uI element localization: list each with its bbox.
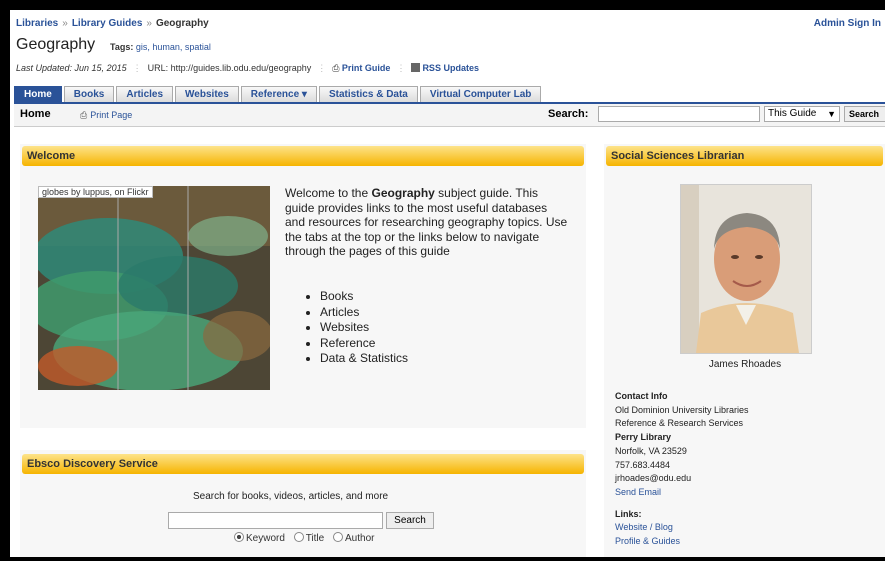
radio-author[interactable] xyxy=(333,532,343,542)
tab-articles[interactable]: Articles xyxy=(116,86,174,102)
tab-websites[interactable]: Websites xyxy=(175,86,239,102)
tags: Tags: gis, human, spatial xyxy=(110,42,211,52)
globes-image: globes by luppus, on Flickr xyxy=(38,186,270,390)
breadcrumb-libraries[interactable]: Libraries xyxy=(16,18,58,29)
breadcrumb: Libraries» Library Guides» Geography xyxy=(16,18,209,29)
welcome-header: Welcome xyxy=(22,146,584,166)
search-label: Search: xyxy=(548,108,589,120)
librarian-header: Social Sciences Librarian xyxy=(606,146,883,166)
radio-title[interactable] xyxy=(293,532,304,542)
tab-reference[interactable]: Reference ▾ xyxy=(240,86,317,102)
breadcrumb-library-guides[interactable]: Library Guides xyxy=(72,18,143,29)
admin-sign-in-link[interactable]: Admin Sign In xyxy=(814,18,881,29)
contact-line: Reference & Research Services xyxy=(615,418,744,429)
eds-intro: Search for books, videos, articles, and … xyxy=(193,491,389,502)
avatar xyxy=(681,185,811,353)
current-page-label: Home xyxy=(20,108,51,120)
address-line: Norfolk, VA 23529 xyxy=(615,445,687,456)
welcome-text: Welcome to the Geography subject guide. … xyxy=(285,186,568,258)
page-toolbar: Home ⎙ Print Page Search: This Guide ▼ Sea… xyxy=(14,104,885,127)
radio-author-label: Author xyxy=(345,533,375,544)
eds-header: Ebsco Discovery Service xyxy=(22,454,584,474)
printer-icon: ⎙ xyxy=(80,110,88,120)
radio-title-label: Title xyxy=(305,533,325,544)
website-blog-link[interactable]: Website / Blog xyxy=(615,522,673,532)
list-item-data-statistics[interactable]: Data & Statistics xyxy=(320,351,408,367)
rss-updates-link[interactable]: RSS Updates xyxy=(422,63,479,73)
list-item-websites[interactable]: Websites xyxy=(320,320,408,336)
librarian-photo xyxy=(680,184,812,354)
librarian-name: James Rhoades xyxy=(708,359,782,370)
print-page-link[interactable]: ⎙ Print Page xyxy=(80,110,132,121)
eds-search-button[interactable]: Search xyxy=(386,512,434,529)
contact-line: Old Dominion University Libraries xyxy=(615,404,749,415)
tab-statistics-data[interactable]: Statistics & Data xyxy=(318,86,418,102)
tags-links[interactable]: gis, human, spatial xyxy=(136,42,211,52)
librarian-contact: Contact Info Old Dominion University Lib… xyxy=(615,390,749,549)
tab-bar: Home Books Articles Websites Reference ▾… xyxy=(14,86,543,102)
welcome-links-list: Books Articles Websites Reference Data &… xyxy=(310,289,408,367)
tags-label: Tags: xyxy=(110,42,134,52)
globes-illustration xyxy=(38,186,270,390)
page-title: Geography xyxy=(16,36,96,53)
search-button[interactable]: Search xyxy=(844,106,885,122)
printer-icon: ⎙ xyxy=(332,63,342,73)
eds-search-options: Keyword Title Author xyxy=(228,532,374,544)
tab-books[interactable]: Books xyxy=(63,86,115,102)
eds-search-input[interactable] xyxy=(168,512,383,529)
page: Libraries» Library Guides» Geography Admin… xyxy=(10,10,885,557)
guide-meta: Last Updated: Jun 15, 2015 ⋮ URL: http://g… xyxy=(16,63,479,73)
list-item-reference[interactable]: Reference xyxy=(320,336,408,352)
search-scope-select[interactable]: This Guide ▼ xyxy=(764,106,840,122)
list-item-books[interactable]: Books xyxy=(320,289,408,305)
last-updated: Last Updated: Jun 15, 2015 xyxy=(16,63,127,73)
links-label: Links: xyxy=(615,508,642,519)
radio-keyword-label: Keyword xyxy=(246,533,285,544)
tab-home[interactable]: Home xyxy=(14,86,62,102)
send-email-link[interactable]: Send Email xyxy=(615,487,661,497)
profile-guides-link[interactable]: Profile & Guides xyxy=(615,536,680,546)
contact-label: Contact Info xyxy=(615,391,668,401)
tab-virtual-computer-lab[interactable]: Virtual Computer Lab xyxy=(419,86,542,102)
phone-number: 757.683.4484 xyxy=(615,459,671,470)
email-address: jrhoades@odu.edu xyxy=(615,473,692,484)
list-item-articles[interactable]: Articles xyxy=(320,305,408,321)
rss-icon xyxy=(411,63,421,72)
dropdown-arrow-icon: ▼ xyxy=(827,109,836,119)
print-guide-link[interactable]: Print Guide xyxy=(342,63,391,73)
location-label: Perry Library xyxy=(615,432,672,443)
radio-keyword[interactable] xyxy=(234,532,244,542)
subject-name: Geography xyxy=(371,186,435,200)
guide-url: URL: http://guides.lib.odu.edu/geography xyxy=(147,63,312,73)
search-input[interactable] xyxy=(598,106,760,122)
breadcrumb-current: Geography xyxy=(155,18,209,29)
image-caption: globes by luppus, on Flickr xyxy=(38,186,153,198)
